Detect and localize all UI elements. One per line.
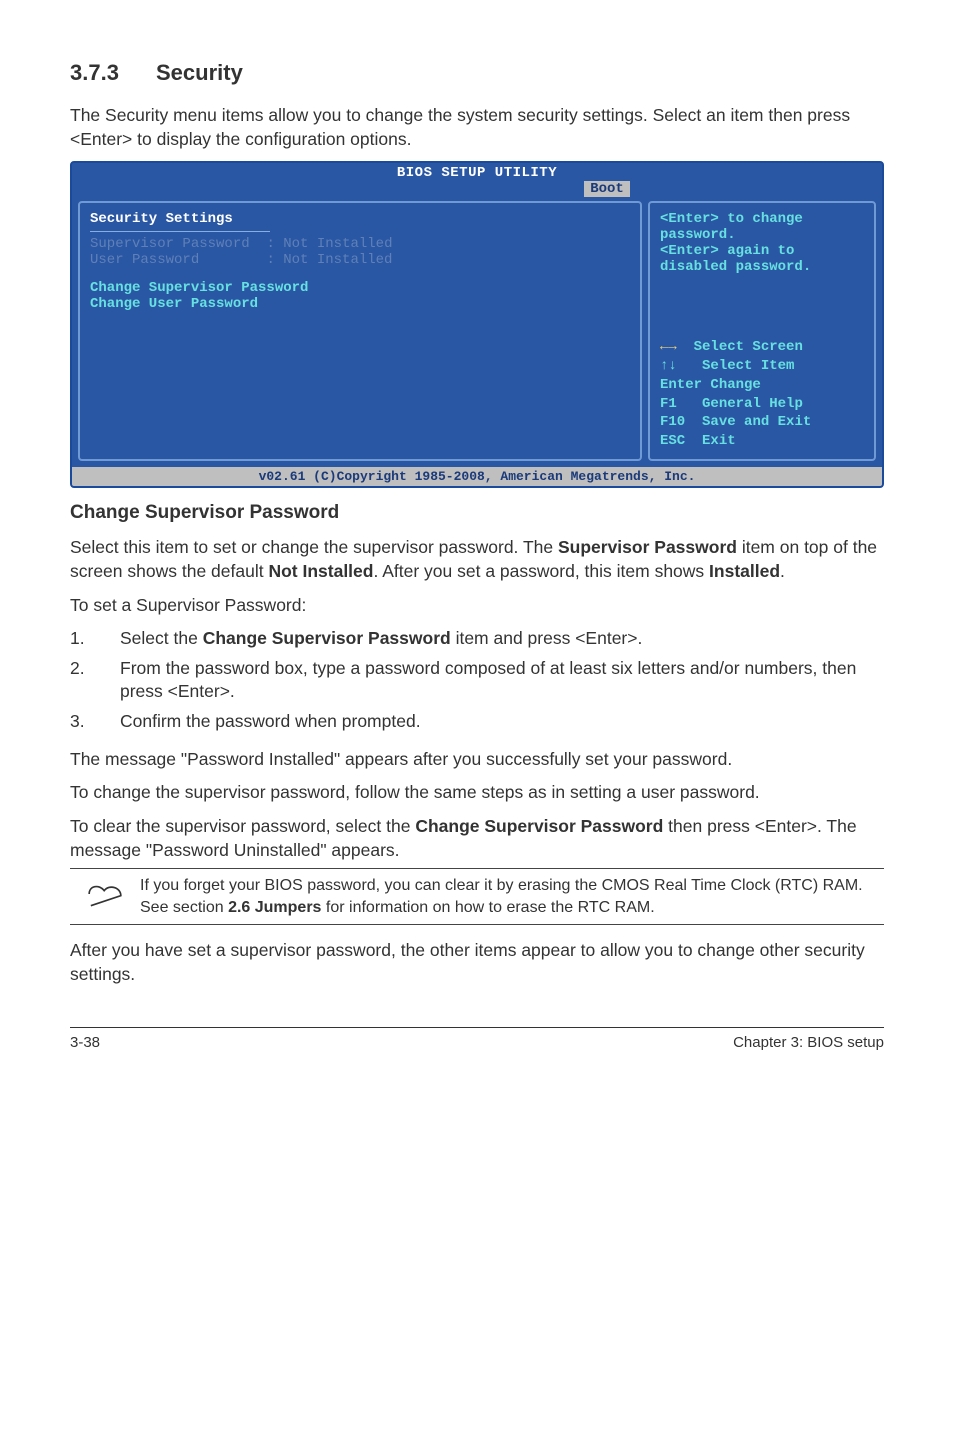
note-text: If you forget your BIOS password, you ca… <box>140 875 884 918</box>
step-number: 2. <box>70 657 120 704</box>
paragraph-2: To set a Supervisor Password: <box>70 594 884 618</box>
bios-security-settings-heading: Security Settings <box>90 211 630 227</box>
bios-left-panel: Security Settings Supervisor Password : … <box>78 201 642 461</box>
chapter-label: Chapter 3: BIOS setup <box>733 1034 884 1051</box>
section-number: 3.7.3 <box>70 60 156 86</box>
note-icon <box>70 875 140 914</box>
bios-right-panel: <Enter> to change password. <Enter> agai… <box>648 201 876 461</box>
paragraph-5: To clear the supervisor password, select… <box>70 815 884 862</box>
bios-key-sym: F10 <box>660 414 685 430</box>
page-number: 3-38 <box>70 1034 100 1051</box>
paragraph-6: After you have set a supervisor password… <box>70 939 884 986</box>
bios-tab-bar: Boot <box>72 181 882 201</box>
bios-hint-text: <Enter> to change password. <Enter> agai… <box>660 211 864 275</box>
bios-item-change-user: Change User Password <box>90 296 630 312</box>
bios-screenshot: BIOS SETUP UTILITY Boot Security Setting… <box>70 161 884 488</box>
arrow-lr-icon: ←→ <box>660 339 677 355</box>
bios-key-label: Save and Exit <box>702 414 811 430</box>
bios-key-sym: Enter <box>660 377 702 393</box>
arrow-ud-icon: ↑↓ <box>660 358 677 374</box>
bios-row-label: Supervisor Password <box>90 236 250 252</box>
list-item: 3. Confirm the password when prompted. <box>70 710 884 734</box>
bios-item-change-supervisor: Change Supervisor Password <box>90 280 630 296</box>
step-number: 1. <box>70 627 120 651</box>
bios-tab-boot: Boot <box>584 181 630 197</box>
bios-key-help: ←→ Select Screen ↑↓ Select Item Enter Ch… <box>660 338 864 451</box>
bios-key-label: Select Screen <box>694 339 803 355</box>
bios-footer: v02.61 (C)Copyright 1985-2008, American … <box>72 467 882 486</box>
paragraph-4: To change the supervisor password, follo… <box>70 781 884 805</box>
bios-key-sym: F1 <box>660 396 677 412</box>
section-intro: The Security menu items allow you to cha… <box>70 104 884 151</box>
bios-title: BIOS SETUP UTILITY <box>72 163 882 181</box>
bios-key-label: Exit <box>702 433 736 449</box>
step-text: Confirm the password when prompted. <box>120 710 421 734</box>
paragraph-1: Select this item to set or change the su… <box>70 536 884 583</box>
list-item: 2. From the password box, type a passwor… <box>70 657 884 704</box>
bios-key-label: Change <box>710 377 760 393</box>
bios-key-label: Select Item <box>702 358 794 374</box>
bios-row-value: : Not Installed <box>266 252 392 268</box>
section-title: Security <box>156 60 243 85</box>
section-heading: 3.7.3Security <box>70 60 884 86</box>
note-block: If you forget your BIOS password, you ca… <box>70 868 884 925</box>
bios-key-label: General Help <box>702 396 803 412</box>
paragraph-3: The message "Password Installed" appears… <box>70 748 884 772</box>
page-footer: 3-38 Chapter 3: BIOS setup <box>70 1027 884 1051</box>
bios-divider <box>90 231 270 232</box>
bios-row-user: User Password : Not Installed <box>90 252 630 268</box>
bios-row-value: : Not Installed <box>266 236 392 252</box>
step-number: 3. <box>70 710 120 734</box>
bios-row-supervisor: Supervisor Password : Not Installed <box>90 236 630 252</box>
bios-row-label: User Password <box>90 252 199 268</box>
steps-list: 1. Select the Change Supervisor Password… <box>70 627 884 734</box>
step-text: Select the Change Supervisor Password it… <box>120 627 642 651</box>
subheading-change-supervisor: Change Supervisor Password <box>70 502 884 524</box>
step-text: From the password box, type a password c… <box>120 657 884 704</box>
bios-key-sym: ESC <box>660 433 685 449</box>
list-item: 1. Select the Change Supervisor Password… <box>70 627 884 651</box>
